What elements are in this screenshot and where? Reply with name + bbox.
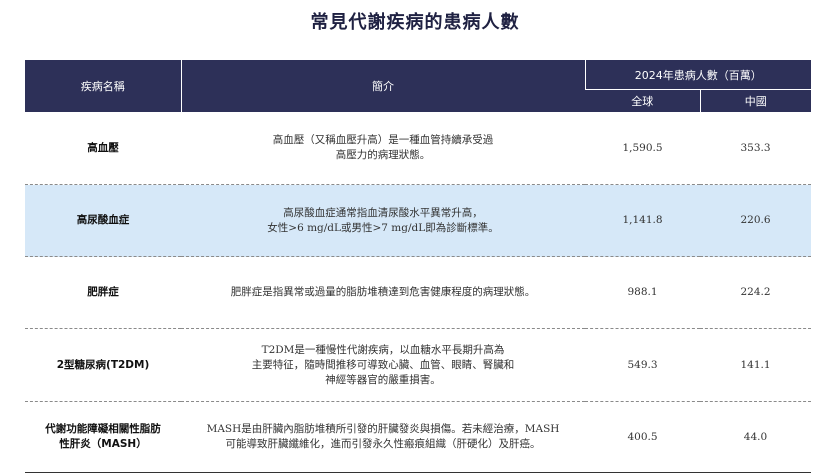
description-line: T2DM是一種慢性代謝疾病，以血糖水平長期升高為 [261,343,505,356]
disease-table: 疾病名稱 簡介 2024年患病人數（百萬） 全球 中國 高血壓 高血壓（又稱血壓… [25,60,811,473]
disease-name: 代謝功能障礙相關性脂肪 [45,423,161,435]
description-line: 神經等器官的嚴重損害。 [325,373,441,386]
description-line: 高血壓（又稱血壓升高）是一種血管持續承受過 [272,134,494,146]
table-row: 高血壓 高血壓（又稱血壓升高）是一種血管持續承受過 高壓力的病理狀態。 1,59… [25,112,811,185]
global-count: 549.3 [585,328,700,402]
header-china: 中國 [699,89,811,112]
disease-name-cell: 高血壓 [25,112,181,185]
description-line: 肥胖症是指異常或過量的脂肪堆積達到危害健康程度的病理狀態。 [230,286,536,298]
description-cell: 肥胖症是指異常或過量的脂肪堆積達到危害健康程度的病理狀態。 [181,256,585,329]
disease-name: 高血壓 [87,141,119,154]
disease-name: 肥胖症 [87,286,119,298]
disease-name-cell: 2型糖尿病(T2DM) [25,328,181,402]
description-line: MASH是由肝臟內脂肪堆積所引發的肝臟發炎與損傷。若未經治療，MASH [206,423,560,435]
china-count: 141.1 [700,328,811,402]
china-count: 224.2 [700,256,811,329]
table-row: 2型糖尿病(T2DM) T2DM是一種慢性代謝疾病，以血糖水平長期升高為 主要特… [25,328,811,402]
description-line: 高尿酸血症通常指血清尿酸水平異常升高， [283,206,483,219]
document-page: 常見代謝疾病的患病人數 疾病名稱 簡介 2024年患病人數（百萬） 全球 中國 … [0,0,830,476]
table-row: 肥胖症 肥胖症是指異常或過量的脂肪堆積達到危害健康程度的病理狀態。 988.1 … [25,256,811,329]
description-line: 可能導致肝臟纖維化，進而引發永久性瘢痕組織（肝硬化）及肝癌。 [225,438,541,450]
header-global: 全球 [585,89,700,112]
table-row: 代謝功能障礙相關性脂肪 性肝炎（MASH） MASH是由肝臟內脂肪堆積所引發的肝… [25,401,811,473]
global-count: 988.1 [585,256,700,329]
disease-name-cell: 代謝功能障礙相關性脂肪 性肝炎（MASH） [25,401,181,473]
global-count: 1,590.5 [585,112,700,185]
description-cell: 高血壓（又稱血壓升高）是一種血管持續承受過 高壓力的病理狀態。 [181,112,585,185]
global-count: 1,141.8 [585,184,700,257]
page-title: 常見代謝疾病的患病人數 [310,12,520,33]
china-count: 44.0 [700,401,811,473]
description-line: 女性>6 mg/dL或男性>7 mg/dL即為診斷標準。 [267,221,499,234]
china-count: 353.3 [700,112,811,185]
global-count: 400.5 [585,401,700,473]
header-disease-name: 疾病名稱 [25,60,181,112]
header-intro: 簡介 [180,60,585,112]
disease-name: 2型糖尿病(T2DM) [56,358,150,371]
description-cell: 高尿酸血症通常指血清尿酸水平異常升高， 女性>6 mg/dL或男性>7 mg/d… [181,184,585,257]
disease-name: 高尿酸血症 [76,214,130,226]
description-line: 主要特征，隨時間推移可導致心臟、血管、眼睛、腎臟和 [251,358,515,371]
china-count: 220.6 [700,184,811,257]
description-cell: MASH是由肝臟內脂肪堆積所引發的肝臟發炎與損傷。若未經治療，MASH 可能導致… [181,401,585,473]
description-line: 高壓力的病理狀態。 [335,149,431,161]
disease-name-cell: 肥胖症 [25,256,181,329]
header-patient-count: 2024年患病人數（百萬） [584,60,811,90]
description-cell: T2DM是一種慢性代謝疾病，以血糖水平長期升高為 主要特征，隨時間推移可導致心臟… [181,328,585,402]
table-row: 高尿酸血症 高尿酸血症通常指血清尿酸水平異常升高， 女性>6 mg/dL或男性>… [25,184,811,257]
disease-name-cell: 高尿酸血症 [25,184,181,257]
disease-name: 性肝炎（MASH） [59,438,147,450]
